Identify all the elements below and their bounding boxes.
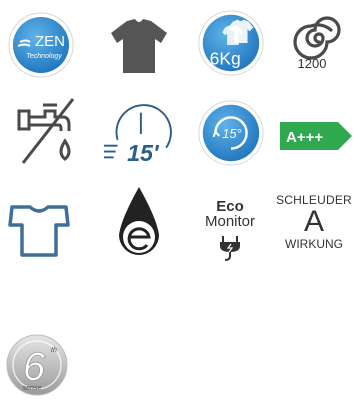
low-temp-value: 15° [222,127,241,141]
zen-label: ZEN [35,33,65,50]
energy-class-badge: A+++ [280,122,352,150]
low-temp-badge: 15° [196,98,266,168]
spin-speed-label: 1200 [297,56,327,71]
6th-sense-logo: 6 th sense [4,330,70,400]
eco-label: Eco [216,198,244,215]
shirt-outline-icon [4,196,74,266]
sense-label: sense [23,385,42,392]
eco-drop-icon [104,187,174,260]
zen-technology-badge: ZEN Technology [6,10,76,80]
capacity-value: 6Kg [210,48,241,68]
quick-wash-icon: 15' [102,100,172,170]
energy-class-value: A+++ [286,129,323,146]
quick-wash-value: 15' [127,140,160,166]
zen-sub-label: Technology [26,53,62,60]
tshirt-icon [104,12,174,82]
spin-efficiency-label: SCHLEUDER A WIRKUNG [276,193,352,251]
capacity-badge: 6Kg [196,8,266,78]
spin-efficiency-grade: A [303,205,324,238]
th-label: th [51,347,57,354]
wirkung-label: WIRKUNG [285,237,343,251]
six-glyph: 6 [23,345,46,389]
monitor-label: Monitor [204,213,256,230]
plug-icon [220,236,240,261]
eco-monitor-label: Eco Monitor [190,198,270,267]
faucet-no-water-icon [12,98,82,168]
